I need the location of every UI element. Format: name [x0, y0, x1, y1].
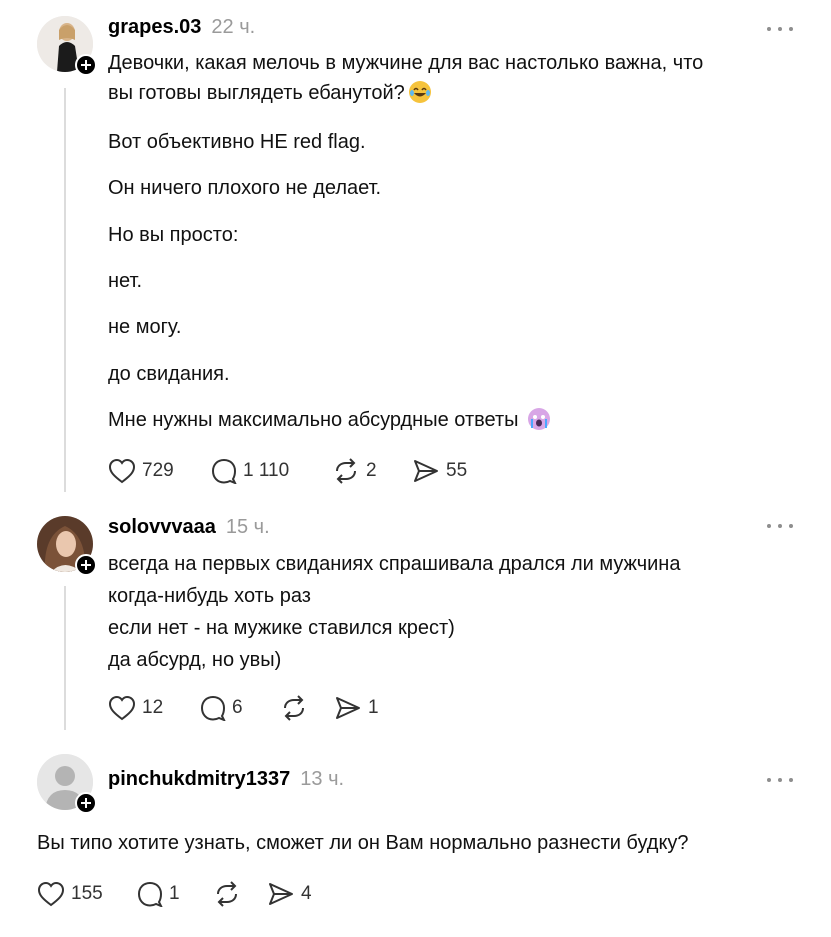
share-icon: [269, 883, 293, 905]
heart-icon: [37, 881, 65, 907]
comment-icon: [137, 881, 163, 907]
comment-button[interactable]: 1: [137, 881, 213, 907]
comment-count: 1: [169, 883, 180, 904]
repost-icon: [217, 881, 237, 907]
share-button[interactable]: 4: [267, 881, 327, 907]
timestamp[interactable]: 13 ч.: [300, 768, 344, 791]
like-count: 155: [71, 883, 103, 904]
follow-plus-icon[interactable]: [75, 792, 97, 814]
post-text: Вы типо хотите узнать, сможет ли он Вам …: [37, 832, 689, 854]
post-pinchukdmitry: pinchukdmitry1337 13 ч. Вы типо хотите у…: [0, 0, 831, 937]
like-button[interactable]: 155: [37, 881, 137, 907]
username[interactable]: pinchukdmitry1337: [108, 768, 290, 791]
post-header: pinchukdmitry1337 13 ч.: [108, 768, 344, 791]
more-options-icon[interactable]: [767, 776, 793, 784]
post-actions: 155 1 4: [37, 881, 327, 907]
share-count: 4: [301, 883, 312, 904]
avatar[interactable]: [37, 754, 97, 814]
repost-button[interactable]: [213, 881, 267, 907]
